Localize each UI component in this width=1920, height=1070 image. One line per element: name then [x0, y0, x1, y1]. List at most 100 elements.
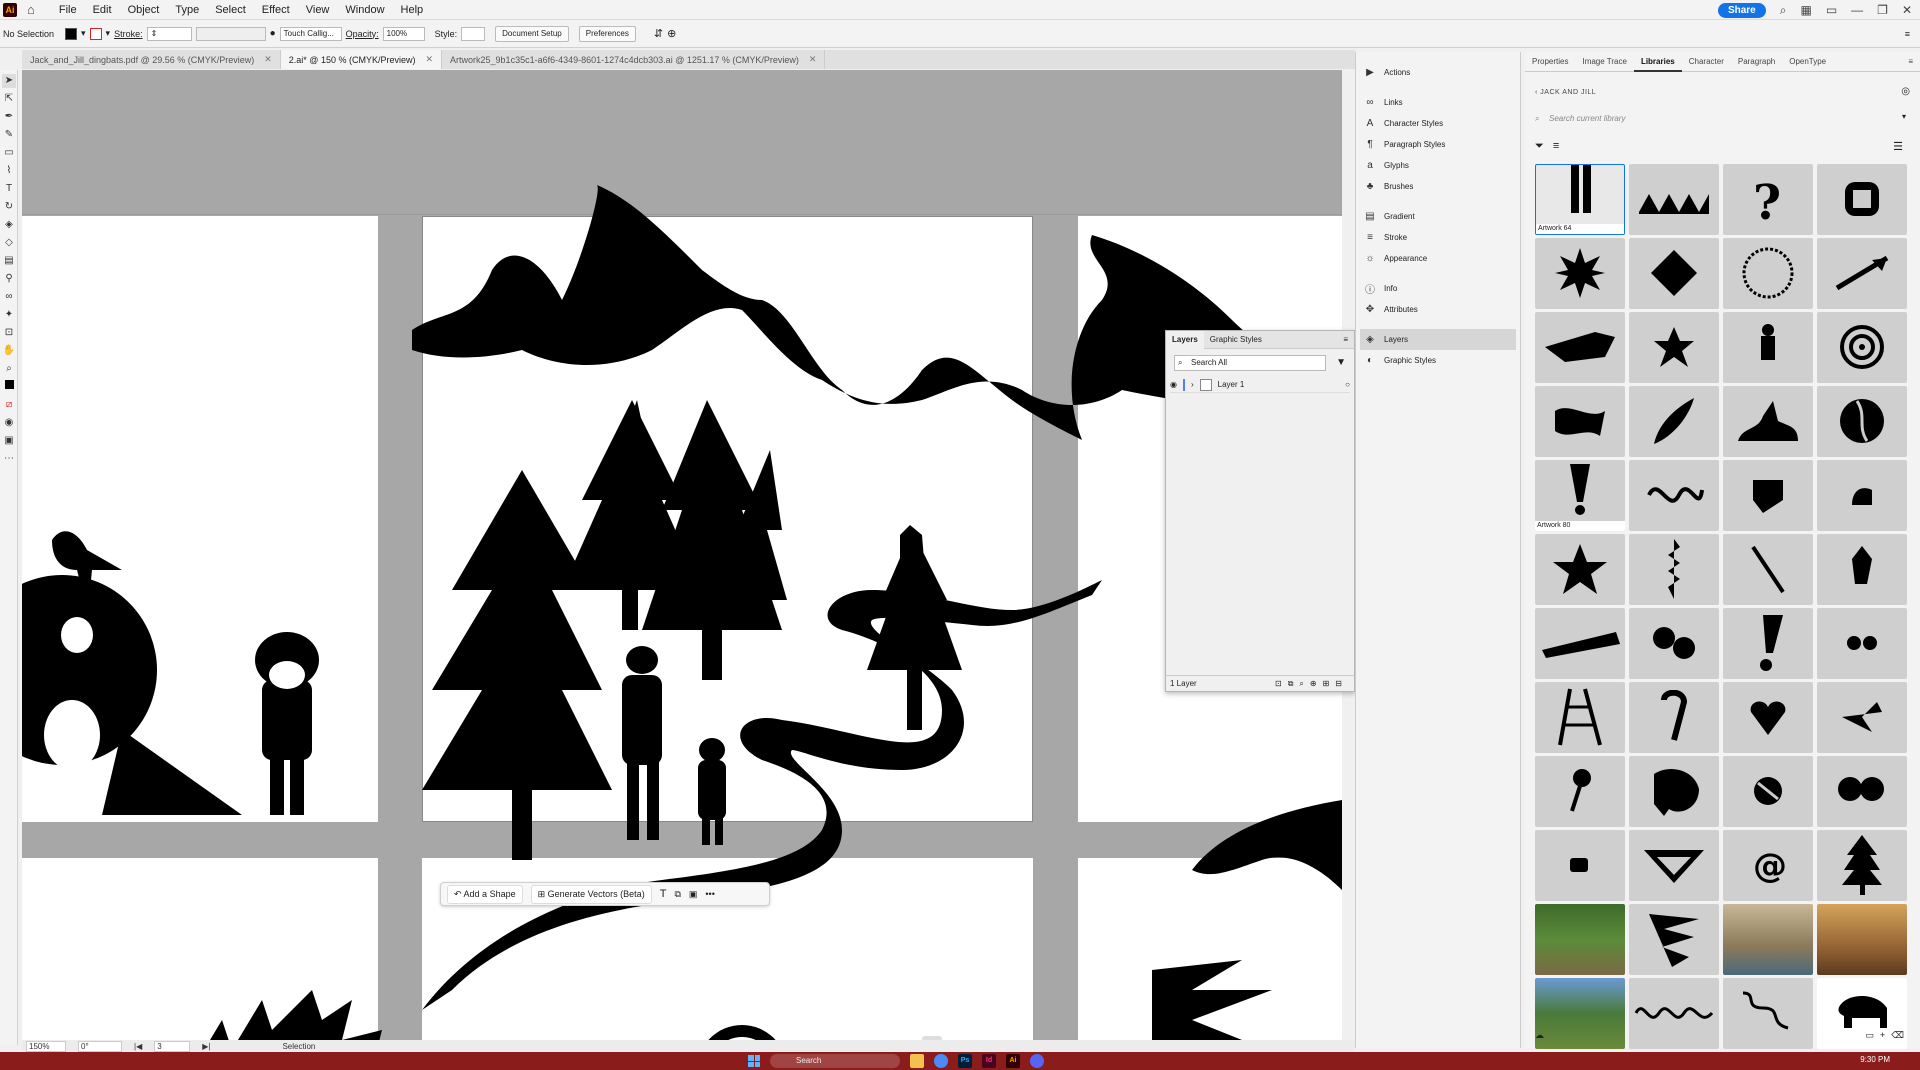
library-search-input[interactable]: ⌕ Search current library — [1535, 110, 1907, 128]
photoshop-icon[interactable]: Ps — [958, 1054, 972, 1068]
library-asset[interactable] — [1723, 608, 1813, 679]
taskbar-clock[interactable]: 9:30 PM — [1860, 1055, 1890, 1064]
hand-tool-icon[interactable]: ✋ — [2, 344, 16, 358]
menu-window[interactable]: Window — [345, 4, 384, 16]
library-asset[interactable] — [1535, 534, 1625, 605]
library-asset[interactable] — [1723, 682, 1813, 753]
file-explorer-icon[interactable] — [910, 1054, 924, 1068]
library-asset[interactable] — [1629, 830, 1719, 901]
type-icon[interactable]: T — [660, 888, 667, 900]
dock-links[interactable]: ∞ Links — [1356, 92, 1520, 113]
library-asset[interactable] — [1535, 312, 1625, 383]
list-view-icon[interactable]: ☰ — [1893, 140, 1903, 153]
library-asset[interactable] — [1535, 386, 1625, 457]
menu-type[interactable]: Type — [175, 4, 199, 16]
library-asset[interactable] — [1817, 164, 1907, 235]
tab-layers[interactable]: Layers — [1166, 330, 1204, 349]
library-asset[interactable] — [1817, 682, 1907, 753]
library-asset-photo[interactable] — [1535, 904, 1625, 975]
library-asset[interactable] — [1723, 534, 1813, 605]
menu-effect[interactable]: Effect — [262, 4, 290, 16]
next-artboard-icon[interactable]: ▶| — [202, 1042, 210, 1051]
dock-layers[interactable]: ◈ Layers — [1360, 329, 1516, 350]
taskbar-search-input[interactable]: Search — [770, 1054, 900, 1068]
rotate-tool-icon[interactable]: ↻ — [2, 200, 16, 214]
arrange-icon[interactable]: ⇵ — [654, 27, 663, 40]
type-tool-icon[interactable]: T — [2, 182, 16, 196]
library-asset[interactable] — [1817, 608, 1907, 679]
library-asset[interactable]: Artwork 64 — [1535, 164, 1625, 235]
fill-swatch[interactable] — [65, 27, 77, 40]
library-asset[interactable] — [1723, 238, 1813, 309]
tab-image-trace[interactable]: Image Trace — [1575, 52, 1633, 72]
dock-appearance[interactable]: ☼ Appearance — [1356, 248, 1520, 269]
draw-mode-icon[interactable]: ◉ — [2, 416, 16, 430]
library-asset[interactable] — [1817, 386, 1907, 457]
home-icon[interactable]: ⌂ — [27, 2, 35, 17]
close-icon[interactable]: ✕ — [809, 54, 817, 65]
library-asset[interactable]: Artwork 80 — [1535, 460, 1625, 531]
more-options-icon[interactable]: ••• — [705, 889, 714, 899]
library-asset[interactable] — [1723, 460, 1813, 531]
discord-icon[interactable] — [1030, 1054, 1044, 1068]
selection-tool-icon[interactable]: ➤ — [2, 74, 16, 88]
dock-paragraph-styles[interactable]: ¶ Paragraph Styles — [1356, 134, 1520, 155]
chevron-down-icon[interactable]: ▾ — [106, 28, 111, 39]
share-button[interactable]: Share — [1717, 2, 1766, 18]
dock-brushes[interactable]: ♣ Brushes — [1356, 176, 1520, 197]
library-asset[interactable] — [1723, 312, 1813, 383]
artboard-number-field[interactable]: 3 — [154, 1040, 191, 1052]
brush-tool-icon[interactable]: ⌇ — [2, 164, 16, 178]
gradient-tool-icon[interactable]: ▤ — [2, 254, 16, 268]
opacity-field[interactable]: 100% — [382, 26, 425, 41]
library-asset[interactable] — [1817, 830, 1907, 901]
library-asset-photo[interactable] — [1723, 904, 1813, 975]
zoom-level-field[interactable]: 150% — [26, 1040, 66, 1052]
menu-help[interactable]: Help — [401, 4, 424, 16]
panel-menu-icon[interactable]: ≡ — [1337, 331, 1354, 349]
screen-mode-icon[interactable]: ▣ — [2, 434, 16, 448]
direct-selection-tool-icon[interactable]: ⇱ — [2, 92, 16, 106]
maximize-icon[interactable]: ❐ — [1877, 3, 1888, 17]
filter-icon[interactable]: ▼ — [1336, 357, 1346, 368]
canvas[interactable]: ↶ Add a Shape ⊞ Generate Vectors (Beta) … — [22, 70, 1342, 1043]
tab-artwork25[interactable]: Artwork25_9b1c35c1-a6f6-4349-8601-1274c4… — [442, 50, 826, 69]
chevron-down-icon[interactable]: ▾ — [81, 28, 86, 39]
library-asset[interactable] — [1629, 534, 1719, 605]
library-asset[interactable] — [1629, 756, 1719, 827]
menu-view[interactable]: View — [306, 4, 330, 16]
tab-opentype[interactable]: OpenType — [1782, 52, 1833, 72]
tab-character[interactable]: Character — [1682, 52, 1731, 72]
footer-icons[interactable]: ⊡⧉⌕⊕⊞⊟ — [1275, 676, 1348, 692]
library-asset[interactable] — [1629, 608, 1719, 679]
menu-object[interactable]: Object — [128, 4, 160, 16]
library-asset[interactable] — [1629, 238, 1719, 309]
image-icon[interactable]: ▣ — [689, 889, 698, 900]
library-asset[interactable] — [1629, 164, 1719, 235]
library-asset[interactable] — [1535, 830, 1625, 901]
library-asset[interactable] — [1723, 756, 1813, 827]
curvature-tool-icon[interactable]: ✎ — [2, 128, 16, 142]
more-tools-icon[interactable]: ⋯ — [2, 452, 16, 466]
dock-gradient[interactable]: ▤ Gradient — [1356, 206, 1520, 227]
close-icon[interactable]: ✕ — [425, 54, 433, 65]
tab-properties[interactable]: Properties — [1525, 52, 1575, 72]
library-asset[interactable] — [1535, 756, 1625, 827]
library-asset[interactable] — [1723, 386, 1813, 457]
eyedropper-tool-icon[interactable]: ⚲ — [2, 272, 16, 286]
preferences-button[interactable]: Preferences — [578, 25, 636, 42]
stroke-weight-field[interactable]: ⇕ — [146, 26, 192, 41]
add-shape-button[interactable]: ↶ Add a Shape — [447, 884, 523, 904]
footer-actions[interactable]: ▭+⌫ — [1866, 1030, 1911, 1041]
tab-libraries[interactable]: Libraries — [1633, 52, 1682, 72]
library-asset[interactable] — [1629, 460, 1719, 531]
close-window-icon[interactable]: ✕ — [1902, 3, 1912, 17]
artboard-tool-icon[interactable]: ⊡ — [2, 326, 16, 340]
dock-stroke[interactable]: ≡ Stroke — [1356, 227, 1520, 248]
library-asset[interactable] — [1535, 238, 1625, 309]
chrome-icon[interactable] — [934, 1054, 948, 1068]
menu-select[interactable]: Select — [215, 4, 246, 16]
library-asset-photo[interactable] — [1817, 904, 1907, 975]
library-asset[interactable]: @ — [1723, 830, 1813, 901]
library-asset[interactable] — [1629, 386, 1719, 457]
